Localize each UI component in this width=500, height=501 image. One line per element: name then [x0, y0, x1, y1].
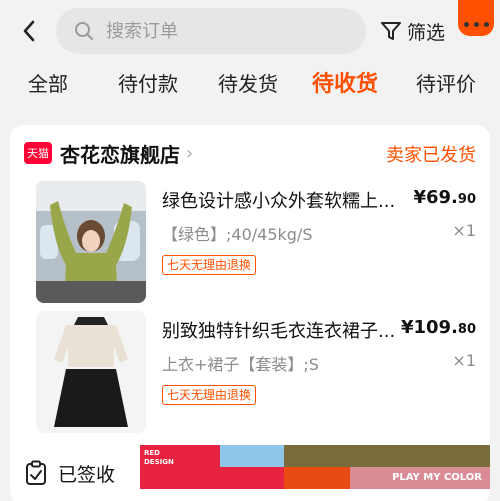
order-status: 卖家已发货 [386, 145, 476, 166]
product-thumbnail[interactable] [36, 311, 146, 433]
promo-brand-text: RED DESIGN [144, 449, 174, 466]
promo-banner[interactable]: RED DESIGN PLAY MY COLOR [140, 445, 490, 489]
top-bar: 筛选 [0, 0, 500, 62]
product-thumbnail[interactable] [36, 181, 146, 303]
tab-pending-review[interactable]: 待评价 [416, 68, 476, 97]
product-price: ¥69.90 [413, 187, 476, 208]
product-title[interactable]: 别致独特针织毛衣连衣裙子... [162, 317, 412, 343]
filter-label: 筛选 [407, 21, 446, 44]
search-icon [75, 22, 93, 40]
order-item[interactable]: 别致独特针织毛衣连衣裙子... ¥109.80 上衣+裙子【套装】;S ×1 七… [24, 311, 476, 433]
search-bar[interactable] [56, 8, 366, 54]
more-menu-badge[interactable] [458, 0, 494, 36]
back-arrow-icon [23, 20, 35, 42]
shop-header[interactable]: 天猫 杏花恋旗舰店 › 卖家已发货 [24, 139, 476, 167]
shop-name[interactable]: 杏花恋旗舰店 [60, 139, 180, 168]
tab-all[interactable]: 全部 [28, 68, 68, 97]
product-title[interactable]: 绿色设计感小众外套软糯上... [162, 187, 412, 213]
product-sku: 【绿色】;40/45kg/S [162, 225, 313, 244]
promo-slogan: PLAY MY COLOR [392, 472, 482, 483]
order-card[interactable]: 天猫 杏花恋旗舰店 › 卖家已发货 绿色设计感小众外套软糯上... ¥69.90… [10, 125, 490, 501]
filter-button[interactable]: 筛选 [380, 17, 445, 45]
search-input[interactable] [106, 20, 326, 42]
filter-funnel-icon [381, 22, 401, 40]
product-photo-green-sweater [36, 181, 146, 303]
tab-pending-receipt[interactable]: 待收货 [312, 66, 378, 98]
back-button[interactable] [16, 18, 42, 44]
tab-pending-payment[interactable]: 待付款 [118, 68, 178, 97]
product-quantity: ×1 [452, 221, 476, 240]
product-price: ¥109.80 [400, 317, 476, 338]
clipboard-check-icon [26, 460, 46, 485]
return-policy-tag: 七天无理由退换 [162, 385, 257, 405]
delivery-status[interactable]: 已签收 [24, 455, 144, 491]
order-item[interactable]: 绿色设计感小众外套软糯上... ¥69.90 【绿色】;40/45kg/S ×1… [24, 181, 476, 303]
product-quantity: ×1 [452, 351, 476, 370]
chevron-right-icon: › [186, 142, 194, 164]
delivery-status-label: 已签收 [58, 463, 116, 486]
order-tabs: 全部 待付款 待发货 待收货 待评价 [0, 68, 500, 114]
more-dots-icon[interactable] [458, 22, 494, 27]
product-photo-knit-dress [36, 311, 146, 433]
tmall-logo-icon: 天猫 [24, 142, 52, 164]
tab-pending-shipment[interactable]: 待发货 [218, 68, 278, 97]
product-sku: 上衣+裙子【套装】;S [162, 355, 319, 374]
return-policy-tag: 七天无理由退换 [162, 255, 257, 275]
